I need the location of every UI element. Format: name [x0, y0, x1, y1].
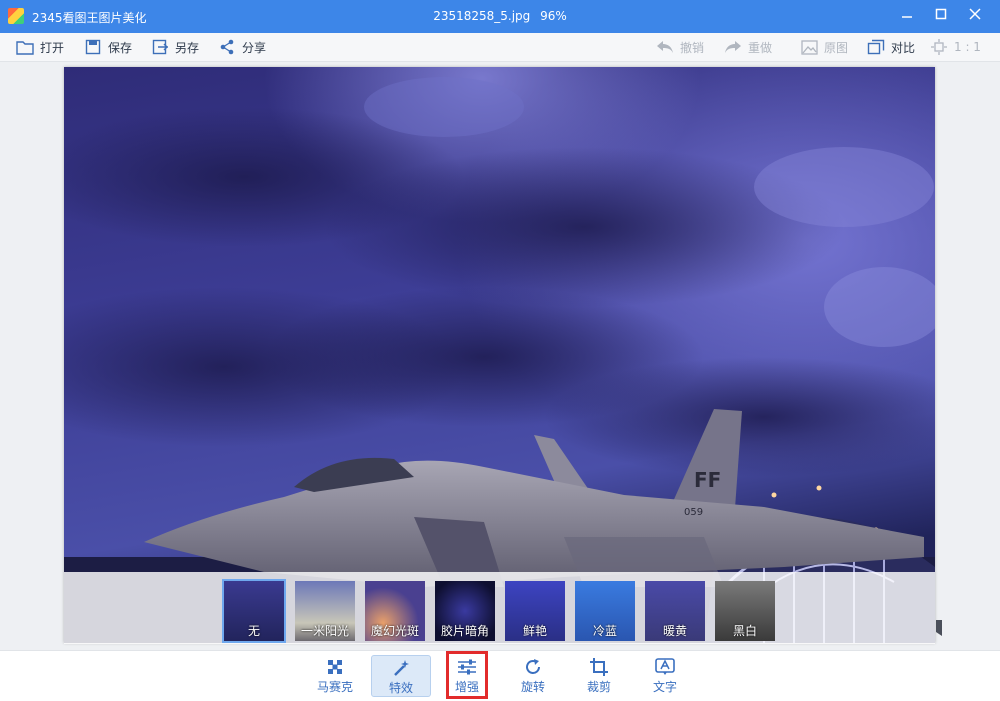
actual-size-button[interactable]: 1 : 1	[930, 37, 981, 57]
share-button[interactable]: 分享	[218, 37, 266, 57]
filter-thumb[interactable]: 暖黄	[644, 580, 706, 642]
actual-size-label: 1 : 1	[954, 40, 981, 54]
filter-label: 鲜艳	[522, 624, 547, 638]
maximize-button[interactable]	[928, 4, 954, 28]
close-button[interactable]	[962, 4, 988, 28]
filter-thumb[interactable]: 胶片暗角	[434, 580, 496, 642]
close-icon	[969, 8, 981, 20]
image-icon	[800, 39, 818, 55]
save-as-button[interactable]: 另存	[151, 37, 199, 57]
original-button[interactable]: 原图	[800, 37, 848, 57]
fit-screen-icon	[930, 39, 948, 55]
filter-label: 胶片暗角	[440, 624, 489, 638]
scroll-handle-icon[interactable]	[935, 619, 943, 637]
rotate-icon	[524, 657, 542, 676]
zoom-level: 96%	[540, 9, 567, 23]
text-label: 文字	[652, 680, 677, 694]
file-name: 23518258_5.jpg	[433, 9, 531, 23]
filter-thumb[interactable]: 鲜艳	[504, 580, 566, 642]
text-icon	[655, 657, 675, 676]
tail-marking: FF	[694, 468, 721, 492]
save-as-icon	[151, 39, 169, 55]
compare-icon	[867, 39, 885, 55]
undo-button[interactable]: 撤销	[656, 37, 704, 57]
compare-label: 对比	[891, 40, 916, 55]
filter-label: 魔幻光斑	[370, 624, 419, 638]
share-label: 分享	[242, 40, 267, 55]
redo-button[interactable]: 重做	[724, 37, 772, 57]
rotate-button[interactable]: 旋转	[504, 655, 562, 695]
open-label: 打开	[40, 40, 65, 55]
share-icon	[218, 39, 236, 55]
filter-label: 黑白	[732, 624, 757, 638]
document-title: 23518258_5.jpg 96%	[0, 9, 1000, 23]
save-icon	[84, 39, 102, 55]
maximize-icon	[935, 8, 947, 20]
effects-button[interactable]: 特效	[371, 655, 431, 697]
enhance-button[interactable]: 增强	[438, 655, 496, 695]
filter-label: 一米阳光	[300, 624, 349, 638]
mosaic-label: 马赛克	[316, 680, 353, 694]
title-bar: 2345看图王图片美化 23518258_5.jpg 96%	[0, 0, 1000, 33]
filter-thumb[interactable]: 一米阳光	[294, 580, 356, 642]
undo-label: 撤销	[680, 40, 705, 55]
compare-button[interactable]: 对比	[867, 37, 915, 57]
filter-label: 无	[247, 624, 260, 638]
undo-icon	[656, 39, 674, 55]
enhance-label: 增强	[454, 680, 479, 694]
bottom-toolbar: 马赛克 特效 增强 旋转 裁剪 文字	[0, 650, 1000, 701]
filter-thumb[interactable]: 无	[222, 579, 286, 643]
save-as-label: 另存	[175, 40, 200, 55]
photo-canvas[interactable]: FF 059	[64, 67, 935, 643]
filter-thumb[interactable]: 冷蓝	[574, 580, 636, 642]
rotate-label: 旋转	[520, 680, 545, 694]
tail-number: 059	[684, 507, 703, 518]
minimize-icon	[902, 16, 912, 18]
filter-thumb[interactable]: 黑白	[714, 580, 776, 642]
magic-wand-icon	[392, 658, 410, 677]
open-button[interactable]: 打开	[16, 37, 64, 57]
crop-button[interactable]: 裁剪	[570, 655, 628, 695]
redo-icon	[724, 39, 742, 55]
filter-label: 暖黄	[662, 624, 687, 638]
save-label: 保存	[108, 40, 133, 55]
sliders-icon	[457, 657, 477, 676]
image-stage: FF 059 无 一米阳光 魔幻光斑 胶片暗角 鲜艳 冷蓝 暖黄 黑白	[0, 62, 1000, 650]
folder-icon	[16, 39, 34, 55]
filter-thumb[interactable]: 魔幻光斑	[364, 580, 426, 642]
mosaic-icon	[327, 657, 343, 676]
minimize-button[interactable]	[894, 4, 920, 28]
redo-label: 重做	[748, 40, 773, 55]
crop-icon	[590, 657, 608, 676]
filter-label: 冷蓝	[592, 624, 617, 638]
effects-label: 特效	[388, 681, 413, 695]
save-button[interactable]: 保存	[84, 37, 132, 57]
crop-label: 裁剪	[586, 680, 611, 694]
top-toolbar: 打开 保存 另存 分享 撤销 重做 原图 对比 1: 1	[0, 33, 1000, 62]
mosaic-button[interactable]: 马赛克	[306, 655, 364, 695]
filter-strip: 无 一米阳光 魔幻光斑 胶片暗角 鲜艳 冷蓝 暖黄 黑白	[64, 572, 935, 644]
jet-photo: FF 059	[64, 67, 935, 643]
original-label: 原图	[824, 40, 849, 55]
text-button[interactable]: 文字	[636, 655, 694, 695]
